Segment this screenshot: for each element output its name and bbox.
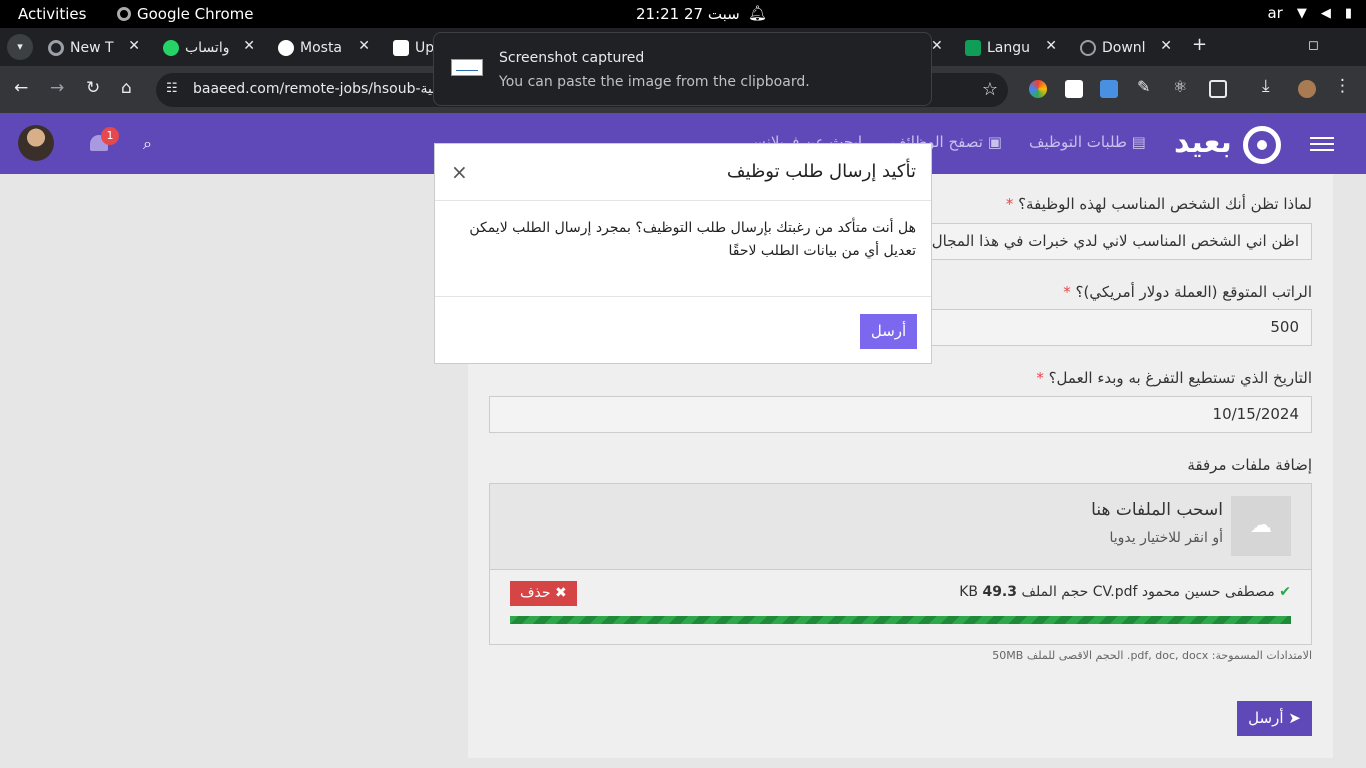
briefcase-icon: ▣	[982, 133, 1002, 151]
volume-icon[interactable]: ◀	[1321, 6, 1331, 21]
screenshot-notification[interactable]: Screenshot captured You can paste the im…	[433, 32, 932, 106]
github-icon	[278, 40, 294, 56]
back-button[interactable]: ←	[14, 78, 28, 98]
language-indicator[interactable]: ar	[1267, 4, 1282, 22]
file-size: 49.3	[982, 584, 1017, 600]
upload-progress-bar	[510, 616, 1291, 624]
close-icon[interactable]: ✕	[358, 38, 370, 54]
modal-title: تأكيد إرسال طلب توظيف	[726, 161, 916, 182]
divider	[435, 296, 931, 297]
notification-badge: 1	[101, 127, 119, 145]
field-label-salary: الراتب المتوقع (العملة دولار أمريكي)؟ *	[1063, 283, 1312, 301]
home-button[interactable]: ⌂	[121, 78, 132, 98]
new-tab-button[interactable]: +	[1192, 34, 1207, 55]
alarm-icon: 🔔︎	[748, 4, 768, 22]
upwork-icon	[393, 40, 409, 56]
notification-message: You can paste the image from the clipboa…	[499, 74, 810, 90]
chrome-icon	[117, 7, 131, 21]
paper-plane-icon: ➤	[1283, 709, 1301, 727]
sheets-icon	[965, 40, 981, 56]
uploaded-file-info: ✔ مصطفى حسين محمود CV.pdf حجم الملف 49.3…	[959, 584, 1291, 600]
attachments-label: إضافة ملفات مرفقة	[1187, 456, 1312, 474]
wifi-icon[interactable]: ▼	[1297, 6, 1307, 21]
confirm-modal: تأكيد إرسال طلب توظيف × هل أنت متأكد من …	[434, 143, 932, 364]
tab-label: New T	[70, 40, 114, 56]
logo-icon	[1243, 126, 1281, 164]
folder-icon: ▤	[1126, 133, 1146, 151]
notification-title: Screenshot captured	[499, 50, 645, 66]
site-logo[interactable]: بعيد	[1174, 125, 1232, 160]
downloads-icon[interactable]: ⤓	[1262, 76, 1280, 96]
file-size-unit: KB	[959, 584, 978, 600]
delete-file-button[interactable]: ✖ حذف	[510, 581, 577, 606]
modal-send-button[interactable]: أرسل	[860, 314, 917, 349]
tab-label: Downl	[1102, 40, 1146, 56]
close-icon[interactable]: ✕	[1045, 38, 1057, 54]
user-avatar[interactable]	[18, 125, 54, 161]
start-date-input[interactable]: 10/15/2024	[489, 396, 1312, 433]
chrome-menu-icon[interactable]: ⋮	[1334, 76, 1352, 96]
tab-upwork[interactable]: Up	[393, 36, 433, 60]
dropzone-subtitle: أو انقر للاختيار يدويا	[1109, 530, 1223, 546]
reload-button[interactable]: ↻	[86, 78, 100, 98]
extensions-puzzle-icon[interactable]	[1209, 80, 1227, 98]
tab-new-tab[interactable]: New T ✕	[48, 36, 140, 60]
tab-label: Mosta	[300, 40, 343, 56]
tab-github[interactable]: Mosta ✕	[278, 36, 370, 60]
download-extension-icon[interactable]	[1100, 80, 1118, 98]
cloud-upload-icon: ☁	[1231, 496, 1291, 556]
tab-language[interactable]: Langu ✕	[965, 36, 1057, 60]
battery-icon[interactable]: ▮	[1345, 6, 1352, 21]
x-icon: ✖	[550, 585, 567, 601]
field-label-start-date: التاريخ الذي تستطيع التفرغ به وبدء العمل…	[1036, 369, 1312, 387]
tab-downloads[interactable]: Downl ✕	[1080, 36, 1172, 60]
profile-avatar[interactable]	[1298, 80, 1316, 98]
close-icon[interactable]: ✕	[1160, 38, 1172, 54]
dropzone-title: اسحب الملفات هنا	[1091, 500, 1223, 520]
tab-search-button[interactable]: ▾	[7, 34, 33, 60]
globe-icon	[1080, 40, 1096, 56]
close-icon[interactable]: ✕	[243, 38, 255, 54]
file-upload-area: ☁ اسحب الملفات هنا أو انقر للاختيار يدوي…	[489, 483, 1312, 645]
maximize-button[interactable]: ◻	[1308, 38, 1319, 53]
file-size-label: حجم الملف	[1021, 584, 1089, 600]
forward-button[interactable]: →	[50, 78, 64, 98]
divider	[435, 200, 931, 201]
url-text[interactable]: baaeed.com/remote-jobs/hsoub-أمامية	[193, 81, 455, 97]
check-circle-icon: ✔	[1279, 584, 1291, 600]
tab-whatsapp[interactable]: واتساب ✕	[163, 36, 255, 60]
tab-label: Up	[415, 40, 433, 56]
field-label-why-you: لماذا تظن أنك الشخص المناسب لهذه الوظيفة…	[1005, 195, 1312, 213]
modal-body: هل أنت متأكد من رغبتك بإرسال طلب التوظيف…	[469, 220, 916, 259]
submit-application-button[interactable]: ➤ أرسل	[1237, 701, 1312, 736]
dropzone[interactable]: ☁ اسحب الملفات هنا أو انقر للاختيار يدوي…	[490, 484, 1311, 570]
search-icon[interactable]: ⌕	[143, 134, 152, 154]
file-name: مصطفى حسين محمود CV.pdf	[1092, 584, 1275, 600]
tab-label: واتساب	[185, 40, 230, 56]
chrome-icon	[48, 40, 64, 56]
allowed-extensions-hint: الامتدادات المسموحة: pdf, doc, docx. الح…	[992, 649, 1312, 662]
clock[interactable]: 21:21 سبت 27	[636, 5, 740, 23]
app-menu[interactable]: Google Chrome	[117, 5, 254, 23]
os-top-bar: Activities Google Chrome 21:21 سبت 27 🔔︎…	[0, 0, 1366, 28]
tab-label: Langu	[987, 40, 1031, 56]
whatsapp-icon	[163, 40, 179, 56]
nav-job-applications[interactable]: ▤ طلبات التوظيف	[1029, 133, 1146, 151]
bookmark-star-icon[interactable]: ☆	[982, 79, 998, 100]
screenshot-thumbnail	[451, 59, 483, 76]
close-icon[interactable]: ✕	[128, 38, 140, 54]
eyedropper-icon[interactable]: ✎	[1137, 77, 1155, 96]
close-icon[interactable]: ×	[451, 160, 468, 184]
app-name: Google Chrome	[137, 5, 254, 23]
activities-button[interactable]: Activities	[18, 5, 86, 23]
hamburger-menu-icon[interactable]	[1310, 137, 1334, 151]
react-devtools-icon[interactable]: ⚛	[1173, 77, 1191, 96]
site-info-icon[interactable]: ☷	[166, 81, 178, 96]
color-picker-extension-icon[interactable]	[1029, 80, 1047, 98]
text-extension-icon[interactable]	[1065, 80, 1083, 98]
close-icon[interactable]: ✕	[931, 38, 943, 54]
